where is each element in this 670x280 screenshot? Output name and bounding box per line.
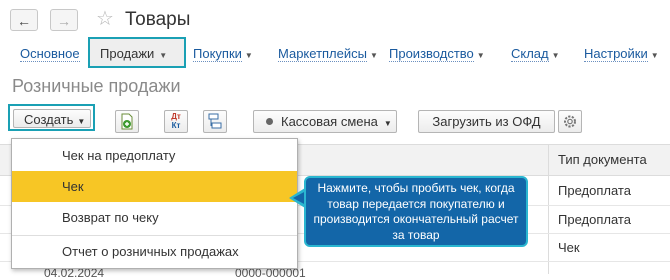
menu-item-main[interactable]: Основное: [20, 40, 80, 68]
menu-item-production[interactable]: Производство ▼: [389, 40, 485, 68]
arrow-left-icon: ←: [17, 13, 31, 29]
create-button[interactable]: Создать ▼: [13, 109, 91, 128]
add-document-icon: [121, 113, 133, 130]
load-ofd-label: Загрузить из ОФД: [432, 114, 541, 129]
doc-type-cell[interactable]: Предоплата: [558, 183, 631, 198]
create-button-label: Создать: [24, 112, 74, 127]
chevron-down-icon: ▼: [77, 117, 86, 126]
chevron-down-icon: ▼: [650, 51, 659, 60]
menu-item-label: Основное: [20, 46, 80, 62]
doc-type-cell[interactable]: Чек: [558, 240, 580, 255]
menu-item-retail-sales-report[interactable]: Отчет о розничных продажах: [12, 236, 297, 267]
chevron-down-icon: ▼: [369, 51, 378, 60]
settings-button[interactable]: [558, 110, 582, 133]
favorite-star-icon[interactable]: ☆: [96, 7, 114, 31]
doc-type-cell[interactable]: Предоплата: [558, 212, 631, 227]
arrow-right-icon: →: [57, 13, 71, 29]
back-button[interactable]: ←: [10, 9, 38, 31]
menu-item-sales[interactable]: Продажи ▼: [100, 40, 167, 68]
hint-callout-text: Нажмите, чтобы пробить чек, когда товар …: [313, 181, 519, 242]
chevron-down-icon: ▼: [159, 51, 168, 60]
hint-callout: Нажмите, чтобы пробить чек, когда товар …: [304, 176, 528, 247]
create-based-on-button[interactable]: [115, 110, 139, 133]
load-from-ofd-button[interactable]: Загрузить из ОФД: [418, 110, 555, 133]
column-divider: [548, 144, 549, 274]
menu-item-return-receipt[interactable]: Возврат по чеку: [12, 202, 297, 233]
page-title: Розничные продажи: [12, 76, 181, 96]
dt-kt-icon: Дт Кт: [167, 112, 185, 130]
window-title: Товары: [125, 9, 191, 30]
menu-item-label: Покупки: [193, 46, 242, 62]
kt-label: Кт: [171, 121, 181, 130]
menu-item-prepayment-receipt[interactable]: Чек на предоплату: [12, 140, 297, 171]
menu-item-label: Настройки: [584, 46, 648, 62]
chevron-down-icon: ▼: [476, 51, 485, 60]
create-dropdown-menu: Чек на предоплату Чек Возврат по чеку От…: [11, 138, 298, 269]
menu-item-marketplaces[interactable]: Маркетплейсы ▼: [278, 40, 378, 68]
menu-item-label: Чек на предоплату: [62, 148, 176, 163]
cash-shift-button[interactable]: Кассовая смена ▼: [253, 110, 397, 133]
menu-item-settings[interactable]: Настройки ▼: [584, 40, 659, 68]
forward-button[interactable]: →: [50, 9, 78, 31]
column-header-doc-type[interactable]: Тип документа: [558, 152, 647, 167]
structure-button[interactable]: [203, 110, 227, 133]
dot-icon: [266, 118, 273, 125]
gear-icon: [564, 115, 576, 128]
chevron-down-icon: ▼: [551, 51, 560, 60]
chevron-down-icon: ▼: [383, 119, 392, 128]
dt-label: Дт: [171, 112, 181, 121]
menu-item-label: Отчет о розничных продажах: [62, 244, 239, 259]
menu-item-purchases[interactable]: Покупки ▼: [193, 40, 253, 68]
menu-item-label: Склад: [511, 46, 549, 62]
menu-item-label: Продажи: [100, 46, 155, 61]
menu-item-label: Чек: [62, 179, 84, 194]
menu-item-label: Маркетплейсы: [278, 46, 367, 62]
menu-item-warehouse[interactable]: Склад ▼: [511, 40, 560, 68]
menu-item-receipt[interactable]: Чек: [12, 171, 297, 202]
chevron-down-icon: ▼: [244, 51, 253, 60]
cash-shift-label: Кассовая смена: [281, 114, 378, 129]
menu-item-label: Возврат по чеку: [62, 210, 159, 225]
hierarchy-icon: [208, 113, 222, 129]
menu-item-label: Производство: [389, 46, 474, 62]
dt-kt-button[interactable]: Дт Кт: [164, 110, 188, 133]
